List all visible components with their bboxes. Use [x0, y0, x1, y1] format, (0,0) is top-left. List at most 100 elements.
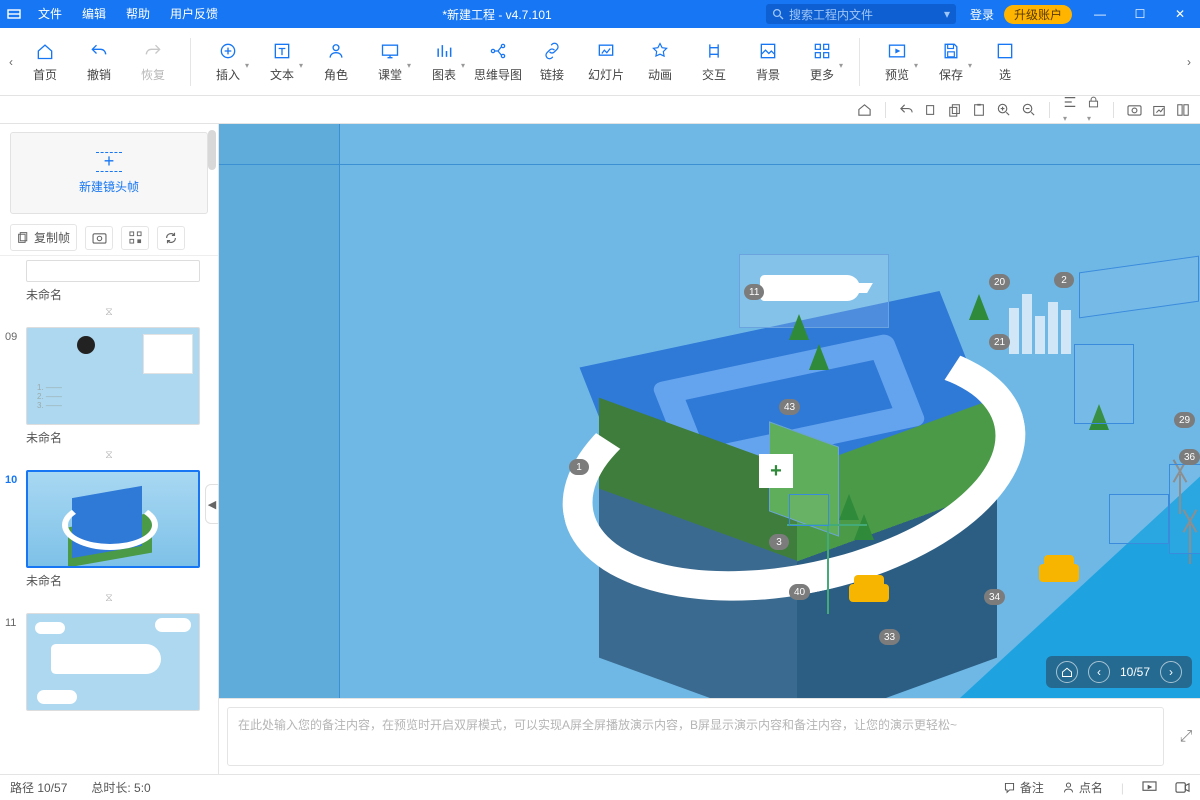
expand-icon[interactable]: ⤢	[1172, 699, 1200, 774]
close-icon[interactable]: ✕	[1160, 0, 1200, 28]
menu-file[interactable]: 文件	[28, 0, 72, 28]
insert-icon	[217, 40, 239, 62]
ribbon-mind-button[interactable]: 思维导图	[471, 38, 525, 86]
ribbon-home-button[interactable]: 首页	[18, 38, 72, 86]
object-badge[interactable]: 43	[779, 399, 800, 415]
ribbon-anim-button[interactable]: 动画	[633, 38, 687, 86]
chevron-down-icon[interactable]: ▾	[944, 7, 950, 21]
nav-next-icon[interactable]: ›	[1160, 661, 1182, 683]
login-link[interactable]: 登录	[970, 6, 994, 23]
preview-icon	[886, 40, 908, 62]
ribbon-slide-button[interactable]: 幻灯片	[579, 38, 633, 86]
panel-scrollbar[interactable]	[208, 130, 216, 170]
ribbon-save-button[interactable]: 保存▾	[924, 38, 978, 86]
frame-name: 未命名	[26, 429, 210, 446]
export-icon[interactable]	[1152, 103, 1166, 117]
titlebar: 文件 编辑 帮助 用户反馈 *新建工程 - v4.7.101 搜索工程内文件 ▾…	[0, 0, 1200, 28]
new-frame-button[interactable]: + 新建镜头帧	[10, 132, 208, 214]
object-badge[interactable]: 3	[769, 534, 789, 550]
canvas[interactable]: 11 20 2 21 43 1 29 36 3 40 34 33 ‹ 10/57…	[219, 124, 1200, 698]
notes-input[interactable]: 在此处输入您的备注内容，在预览时开启双屏模式，可以实现A屏全屏播放演示内容，B屏…	[227, 707, 1164, 766]
more-icon	[811, 40, 833, 62]
search-input[interactable]: 搜索工程内文件 ▾	[766, 4, 956, 24]
ribbon-inter-button[interactable]: 交互	[687, 38, 741, 86]
object-badge[interactable]: 34	[984, 589, 1005, 605]
ribbon-text-button[interactable]: 文本▾	[255, 38, 309, 86]
ribbon-insert-button[interactable]: 插入▾	[201, 38, 255, 86]
chevron-down-icon: ▾	[839, 61, 843, 70]
menu-edit[interactable]: 编辑	[72, 0, 116, 28]
chevron-down-icon: ▾	[407, 61, 411, 70]
ribbon-link-button[interactable]: 链接	[525, 38, 579, 86]
frame-actions: 复制帧	[0, 220, 218, 256]
nav-prev-icon[interactable]: ‹	[1088, 661, 1110, 683]
clipboard-icon[interactable]	[972, 103, 986, 117]
object-badge[interactable]: 1	[569, 459, 589, 475]
copy-frame-button[interactable]: 复制帧	[10, 224, 77, 251]
refresh-button[interactable]	[157, 226, 185, 250]
lock-icon[interactable]: ▾	[1087, 95, 1100, 124]
paste-icon[interactable]	[948, 103, 962, 117]
frame-item[interactable]: 未命名 ⧖	[0, 256, 218, 323]
ribbon-collapse-left-icon[interactable]: ‹	[4, 55, 18, 69]
search-icon	[772, 8, 784, 20]
object-badge[interactable]: 29	[1174, 412, 1195, 428]
panel-collapse-icon[interactable]: ◀	[205, 484, 219, 524]
qr-button[interactable]	[121, 226, 149, 250]
object-badge[interactable]: 2	[1054, 272, 1074, 288]
object-badge[interactable]: 11	[744, 284, 764, 300]
frame-list: 未命名 ⧖ 09 1. ——2. ——3. —— 未命名 ⧖ 10 未命名 ⧖	[0, 256, 218, 774]
frame-item[interactable]: 09 1. ——2. ——3. —— 未命名 ⧖	[0, 323, 218, 466]
snapshot-button[interactable]	[85, 226, 113, 250]
upgrade-button[interactable]: 升级账户	[1004, 5, 1072, 24]
record-button[interactable]	[1175, 781, 1190, 794]
menu-feedback[interactable]: 用户反馈	[160, 0, 228, 28]
window-title: *新建工程 - v4.7.101	[228, 6, 766, 23]
align-icon[interactable]: ▾	[1063, 95, 1077, 124]
home-icon[interactable]	[857, 102, 872, 117]
copy-icon[interactable]	[924, 103, 938, 117]
object-badge[interactable]: 40	[789, 584, 810, 600]
frame-item[interactable]: 11	[0, 609, 218, 713]
object-badge[interactable]: 21	[989, 334, 1010, 350]
chevron-down-icon: ▾	[914, 61, 918, 70]
chevron-down-icon: ▾	[299, 61, 303, 70]
bg-icon	[757, 40, 779, 62]
present-button[interactable]	[1142, 781, 1157, 794]
scene: 11 20 2 21 43 1 29 36 3 40 34 33	[489, 194, 1129, 698]
ribbon-collapse-right-icon[interactable]: ›	[1182, 55, 1196, 69]
camera-icon[interactable]	[1127, 103, 1142, 116]
object-badge[interactable]: 36	[1179, 449, 1200, 465]
frame-item[interactable]: 10 未命名 ⧖	[0, 466, 218, 609]
remark-button[interactable]: 备注	[1003, 779, 1044, 796]
editor-area: 11 20 2 21 43 1 29 36 3 40 34 33 ‹ 10/57…	[219, 124, 1200, 774]
chevron-down-icon: ▾	[461, 61, 465, 70]
ribbon-more-button[interactable]: 更多▾	[795, 38, 849, 86]
maximize-icon[interactable]: ☐	[1120, 0, 1160, 28]
nav-home-icon[interactable]	[1056, 661, 1078, 683]
hourglass-icon: ⧖	[8, 449, 210, 462]
search-placeholder: 搜索工程内文件	[789, 6, 873, 23]
undo-view-icon[interactable]	[899, 102, 914, 117]
zoom-out-icon[interactable]	[1021, 102, 1036, 117]
ribbon-opt-button[interactable]: 选	[978, 38, 1032, 86]
minimize-icon[interactable]: —	[1080, 0, 1120, 28]
zoom-in-icon[interactable]	[996, 102, 1011, 117]
mind-icon	[487, 40, 509, 62]
ribbon-redo-button[interactable]: 恢复	[126, 38, 180, 86]
hourglass-icon: ⧖	[8, 306, 210, 319]
ribbon-undo-button[interactable]: 撤销	[72, 38, 126, 86]
ribbon-bg-button[interactable]: 背景	[741, 38, 795, 86]
link-icon	[541, 40, 563, 62]
object-badge[interactable]: 33	[879, 629, 900, 645]
layout-icon[interactable]	[1176, 103, 1190, 117]
ribbon-role-button[interactable]: 角色	[309, 38, 363, 86]
object-badge[interactable]: 20	[989, 274, 1010, 290]
ribbon-class-button[interactable]: 课堂▾	[363, 38, 417, 86]
menu-help[interactable]: 帮助	[116, 0, 160, 28]
ribbon-preview-button[interactable]: 预览▾	[870, 38, 924, 86]
ribbon-chart-button[interactable]: 图表▾	[417, 38, 471, 86]
rollcall-button[interactable]: 点名	[1062, 779, 1103, 796]
class-icon	[379, 40, 401, 62]
window-controls: — ☐ ✕	[1080, 0, 1200, 28]
